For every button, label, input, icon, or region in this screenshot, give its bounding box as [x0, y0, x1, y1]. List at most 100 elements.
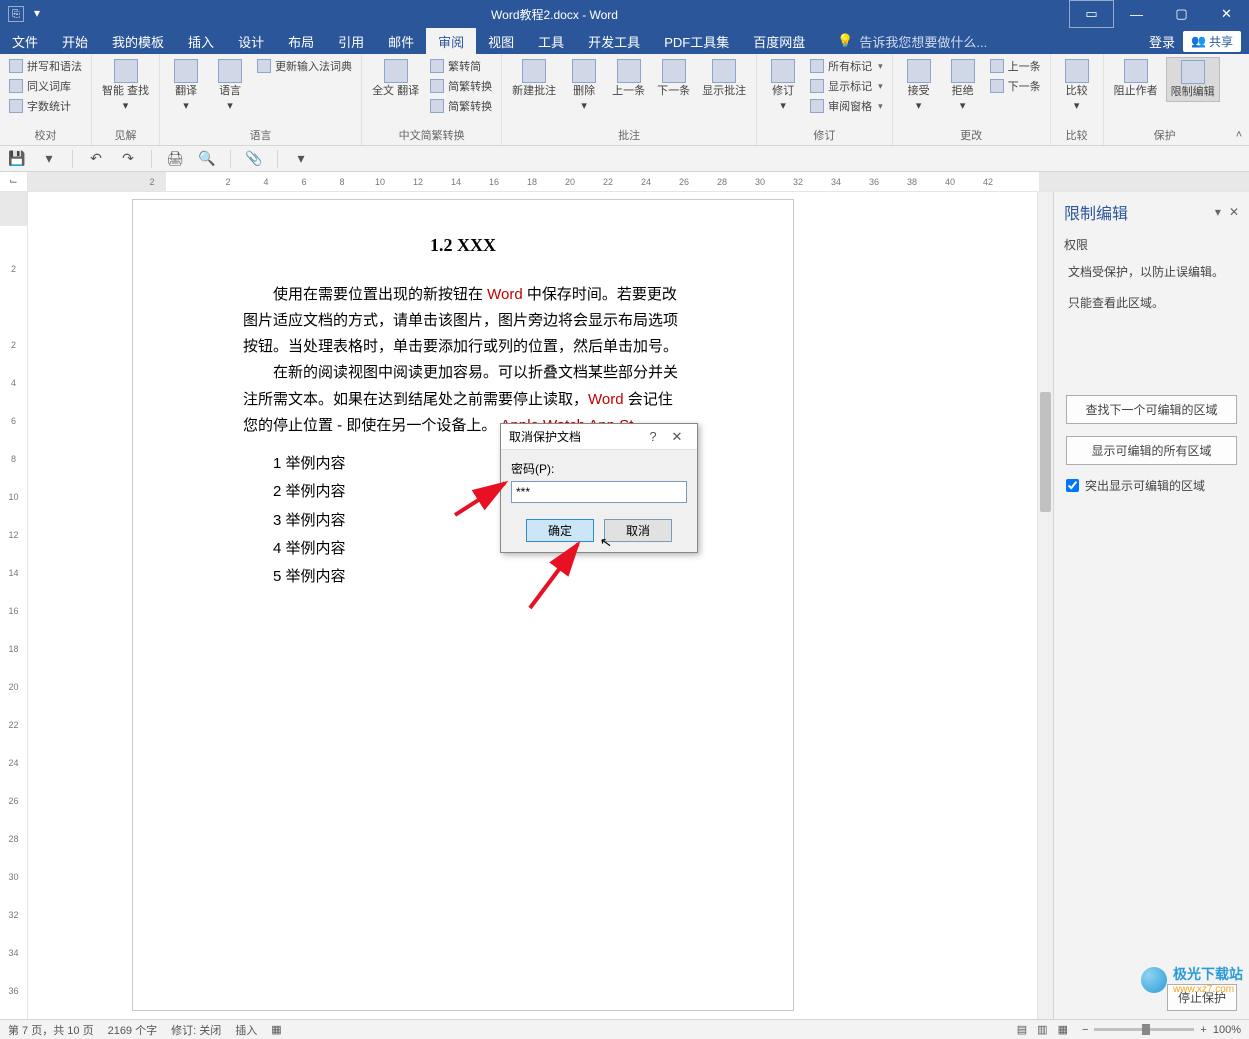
new-comment-button[interactable]: 新建批注	[508, 57, 560, 100]
delete-comment-button[interactable]: 删除▾	[564, 57, 604, 115]
ruler-scale[interactable]: 224681012141618202224262830323436384042	[28, 172, 1249, 191]
dropdown-icon[interactable]: ▾	[40, 150, 58, 168]
login-link[interactable]: 登录	[1149, 32, 1175, 51]
tab-tools[interactable]: 工具	[526, 28, 576, 54]
dialog-titlebar[interactable]: 取消保护文档 ? ✕	[501, 424, 697, 450]
convert-icon	[430, 99, 444, 113]
password-input[interactable]	[511, 481, 687, 503]
word-highlight: Word	[487, 286, 523, 303]
full-translate-button[interactable]: 全文 翻译	[368, 57, 423, 100]
web-layout-icon[interactable]: ▦	[1058, 1023, 1068, 1036]
qat-autosave-icon[interactable]: ⎘	[8, 6, 24, 22]
zoom-out-icon[interactable]: −	[1082, 1024, 1088, 1036]
close-button[interactable]: ✕	[1204, 0, 1249, 28]
smart-lookup-button[interactable]: 智能 查找▾	[98, 57, 153, 115]
tab-view[interactable]: 视图	[476, 28, 526, 54]
restrict-editing-button[interactable]: 限制编辑	[1166, 57, 1220, 102]
tab-layout[interactable]: 布局	[276, 28, 326, 54]
reject-button[interactable]: 拒绝▾	[943, 57, 983, 115]
more-icon[interactable]: ▾	[292, 150, 310, 168]
tab-pdf[interactable]: PDF工具集	[652, 28, 741, 54]
track-icon	[771, 59, 795, 83]
t2s-icon	[430, 59, 444, 73]
ok-button[interactable]: 确定	[526, 519, 594, 542]
scrollbar-thumb[interactable]	[1040, 392, 1051, 512]
ruler-vertical[interactable]: 22468101214161820222426283032343638	[0, 192, 28, 1019]
word-count[interactable]: 2169 个字	[108, 1022, 158, 1038]
next-change-button[interactable]: 下一条	[987, 77, 1044, 95]
undo-icon[interactable]: ↶	[87, 150, 105, 168]
language-button[interactable]: 语言▾	[210, 57, 250, 115]
tab-mailings[interactable]: 邮件	[376, 28, 426, 54]
pane-dropdown-icon[interactable]: ▾	[1215, 205, 1221, 219]
review-pane-dropdown[interactable]: 审阅窗格	[807, 97, 886, 115]
quick-access-toolbar: 💾 ▾ ↶ ↷ 🖨 🔍 📎 ▾	[0, 146, 1249, 172]
redo-icon[interactable]: ↷	[119, 150, 137, 168]
zoom-level[interactable]: 100%	[1213, 1024, 1241, 1036]
spell-grammar-button[interactable]: 拼写和语法	[6, 57, 85, 75]
simp-trad-button[interactable]: 简繁转换	[427, 77, 495, 95]
markup-dropdown[interactable]: 所有标记	[807, 57, 886, 75]
group-label: 保护	[1110, 125, 1220, 145]
tab-home[interactable]: 开始	[50, 28, 100, 54]
pane-close-icon[interactable]: ✕	[1229, 205, 1239, 219]
save-icon[interactable]: 💾	[8, 150, 26, 168]
tab-review[interactable]: 审阅	[426, 28, 476, 54]
group-label: 语言	[166, 125, 355, 145]
attach-icon[interactable]: 📎	[245, 150, 263, 168]
thesaurus-button[interactable]: 同义词库	[6, 77, 85, 95]
print-layout-icon[interactable]: ▥	[1037, 1023, 1047, 1036]
dialog-help-icon[interactable]: ?	[641, 429, 665, 444]
show-markup-dropdown[interactable]: 显示标记	[807, 77, 886, 95]
document-viewport[interactable]: 1.2 XXX 使用在需要位置出现的新按钮在 Word 中保存时间。若要更改图片…	[28, 192, 1037, 1019]
track-status[interactable]: 修订: 关闭	[171, 1022, 221, 1038]
tab-references[interactable]: 引用	[326, 28, 376, 54]
tab-file[interactable]: 文件	[0, 28, 50, 54]
find-next-region-button[interactable]: 查找下一个可编辑的区域	[1066, 395, 1237, 424]
zoom-slider[interactable]	[1094, 1028, 1194, 1031]
share-button[interactable]: 👥 共享	[1183, 31, 1241, 52]
unprotect-dialog: 取消保护文档 ? ✕ 密码(P): 确定 取消	[500, 423, 698, 553]
insert-mode[interactable]: 插入	[235, 1022, 257, 1038]
tab-templates[interactable]: 我的模板	[100, 28, 176, 54]
print-icon[interactable]: 🖨	[166, 150, 184, 168]
ribbon-display-icon[interactable]: ▭	[1069, 0, 1114, 28]
show-all-regions-button[interactable]: 显示可编辑的所有区域	[1066, 436, 1237, 465]
maximize-button[interactable]: ▢	[1159, 0, 1204, 28]
translate-button[interactable]: 翻译▾	[166, 57, 206, 115]
prev-comment-button[interactable]: 上一条	[608, 57, 649, 100]
show-comments-button[interactable]: 显示批注	[698, 57, 750, 100]
dialog-close-icon[interactable]: ✕	[665, 429, 689, 445]
convert-button[interactable]: 简繁转换	[427, 97, 495, 115]
tab-developer[interactable]: 开发工具	[576, 28, 652, 54]
read-mode-icon[interactable]: ▤	[1017, 1023, 1027, 1036]
group-compare: 比较▾ 比较	[1051, 54, 1104, 145]
page-indicator[interactable]: 第 7 页，共 10 页	[8, 1022, 94, 1038]
zoom-in-icon[interactable]: +	[1200, 1024, 1206, 1036]
block-authors-button[interactable]: 阻止作者	[1110, 57, 1162, 100]
track-changes-button[interactable]: 修订▾	[763, 57, 803, 115]
checkbox-input[interactable]	[1066, 479, 1079, 492]
ruler-corner[interactable]: ⌙	[0, 172, 28, 191]
update-ime-button[interactable]: 更新输入法词典	[254, 57, 355, 75]
minimize-button[interactable]: —	[1114, 0, 1159, 28]
cancel-button[interactable]: 取消	[604, 519, 672, 542]
tab-design[interactable]: 设计	[226, 28, 276, 54]
print-preview-icon[interactable]: 🔍	[198, 150, 216, 168]
next-comment-button[interactable]: 下一条	[653, 57, 694, 100]
macro-icon[interactable]: ▦	[271, 1023, 281, 1036]
tell-me-search[interactable]: 💡 告诉我您想要做什么...	[817, 28, 1149, 54]
tab-baidu[interactable]: 百度网盘	[741, 28, 817, 54]
wordcount-button[interactable]: 字数统计	[6, 97, 85, 115]
accept-button[interactable]: 接受▾	[899, 57, 939, 115]
trad-to-simp-button[interactable]: 繁转简	[427, 57, 495, 75]
group-tracking: 修订▾ 所有标记 显示标记 审阅窗格 修订	[757, 54, 893, 145]
vertical-scrollbar[interactable]	[1037, 192, 1053, 1019]
tab-insert[interactable]: 插入	[176, 28, 226, 54]
prev-change-button[interactable]: 上一条	[987, 57, 1044, 75]
highlight-regions-checkbox[interactable]: 突出显示可编辑的区域	[1054, 471, 1249, 500]
spellcheck-icon	[9, 59, 23, 73]
collapse-ribbon-icon[interactable]: ˄	[1229, 54, 1249, 145]
compare-button[interactable]: 比较▾	[1057, 57, 1097, 115]
group-insights: 智能 查找▾ 见解	[92, 54, 160, 145]
